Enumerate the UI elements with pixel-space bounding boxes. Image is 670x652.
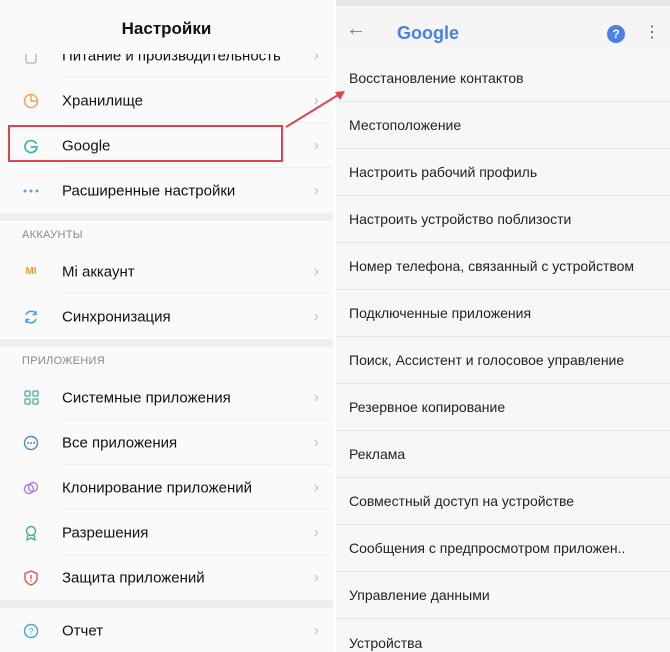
settings-item-label: Хранилище (62, 92, 143, 109)
chevron-right-icon: › (313, 262, 319, 280)
sync-icon (22, 308, 40, 326)
google-item-label: Поиск, Ассистент и голосовое управление (349, 352, 625, 368)
google-item-devices[interactable]: Устройства (336, 619, 670, 652)
settings-item-all-apps[interactable]: Все приложения › (0, 420, 333, 465)
shield-icon (22, 569, 40, 587)
svg-text:?: ? (28, 626, 33, 636)
section-header-accounts: АККАУНТЫ (22, 229, 83, 241)
settings-item-advanced[interactable]: Расширенные настройки › (0, 168, 333, 213)
apps-grid-icon (22, 389, 40, 407)
google-item-restore-contacts[interactable]: Восстановление контактов (336, 55, 670, 102)
page-title: Настройки (0, 0, 333, 54)
section-separator (0, 213, 333, 221)
settings-item-report[interactable]: ? Отчет › (0, 608, 333, 652)
google-item-label: Устройства (349, 634, 423, 651)
more-vert-icon[interactable]: ⋮ (644, 22, 660, 42)
left-settings-panel: Настройки Питание и производительность ›… (0, 0, 333, 652)
settings-item-label: Расширенные настройки (62, 182, 236, 199)
google-item-label: Сообщения с предпросмотром приложен.. (349, 540, 626, 556)
back-arrow-icon[interactable]: ← (346, 18, 366, 41)
google-item-label: Настроить устройство поблизости (349, 211, 572, 227)
google-item-label: Местоположение (349, 117, 462, 133)
apps-circle-icon (22, 434, 40, 452)
help-icon: ? (22, 622, 40, 640)
settings-item-system-apps[interactable]: Системные приложения › (0, 375, 333, 420)
settings-item-sync[interactable]: Синхронизация › (0, 294, 333, 339)
help-icon[interactable]: ? (607, 25, 625, 43)
chevron-right-icon: › (313, 433, 319, 451)
google-item-ads[interactable]: Реклама (336, 431, 670, 478)
google-item-search-assistant[interactable]: Поиск, Ассистент и голосовое управление (336, 337, 670, 384)
permissions-icon (22, 524, 40, 542)
settings-item-label: Все приложения (62, 434, 178, 451)
section-header-apps: ПРИЛОЖЕНИЯ (22, 355, 105, 367)
chevron-right-icon: › (313, 478, 319, 496)
google-item-backup[interactable]: Резервное копирование (336, 384, 670, 431)
chevron-right-icon: › (313, 307, 319, 325)
google-item-work-profile[interactable]: Настроить рабочий профиль (336, 149, 670, 196)
google-item-label: Совместный доступ на устройстве (349, 493, 575, 509)
settings-item-label: Разрешения (62, 524, 149, 541)
settings-item-label: Защита приложений (62, 569, 205, 586)
section-separator (0, 600, 333, 608)
settings-item-label: Mi аккаунт (62, 263, 135, 280)
google-item-app-preview-messages[interactable]: Сообщения с предпросмотром приложен.. (336, 525, 670, 572)
section-separator (0, 339, 333, 347)
app-bar: ← Google ? ⋮ (336, 6, 670, 54)
page-title: Google (397, 23, 459, 43)
google-item-label: Резервное копирование (349, 399, 506, 415)
right-google-panel: ← Google ? ⋮ Восстановление контактов Ме… (336, 0, 670, 652)
settings-item-label: Системные приложения (62, 389, 231, 406)
chevron-right-icon: › (313, 388, 319, 406)
chevron-right-icon: › (313, 523, 319, 541)
chevron-right-icon: › (313, 568, 319, 586)
settings-item-mi-account[interactable]: MI Mi аккаунт › (0, 249, 333, 294)
google-item-label: Настроить рабочий профиль (349, 164, 538, 180)
chevron-right-icon: › (313, 621, 319, 639)
storage-icon (22, 92, 40, 110)
google-item-label: Подключенные приложения (349, 305, 532, 321)
mi-icon: MI (25, 266, 37, 277)
chevron-right-icon: › (313, 91, 319, 109)
google-item-label: Реклама (349, 446, 406, 462)
more-dots-icon (22, 182, 40, 200)
google-item-connected-apps[interactable]: Подключенные приложения (336, 290, 670, 337)
google-item-label: Восстановление контактов (349, 70, 524, 86)
settings-item-label: Отчет (62, 622, 104, 639)
google-item-label: Управление данными (349, 587, 490, 603)
settings-item-label: Синхронизация (62, 308, 171, 325)
chevron-right-icon: › (313, 181, 319, 199)
settings-item-permissions[interactable]: Разрешения › (0, 510, 333, 555)
clone-icon (22, 479, 40, 497)
google-item-device-sharing[interactable]: Совместный доступ на устройстве (336, 478, 670, 525)
google-item-location[interactable]: Местоположение (336, 102, 670, 149)
chevron-right-icon: › (313, 136, 319, 154)
google-item-data-management[interactable]: Управление данными (336, 572, 670, 619)
settings-item-app-protection[interactable]: Защита приложений › (0, 555, 333, 600)
settings-item-storage[interactable]: Хранилище › (0, 78, 333, 123)
highlight-box (8, 125, 283, 162)
settings-item-clone-apps[interactable]: Клонирование приложений › (0, 465, 333, 510)
google-item-label: Номер телефона, связанный с устройством (349, 258, 635, 274)
settings-item-label: Клонирование приложений (62, 479, 253, 496)
google-item-nearby-device[interactable]: Настроить устройство поблизости (336, 196, 670, 243)
google-item-phone-number[interactable]: Номер телефона, связанный с устройством (336, 243, 670, 290)
